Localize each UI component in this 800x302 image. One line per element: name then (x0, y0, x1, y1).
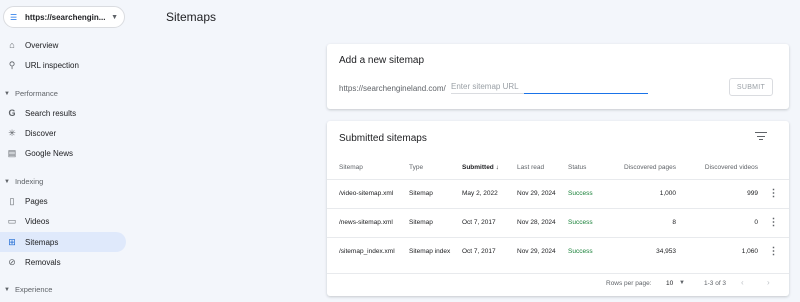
table-row[interactable]: /news-sitemap.xml Sitemap Oct 7, 2017 No… (327, 207, 789, 237)
col-last-read[interactable]: Last read (517, 157, 568, 179)
cell-sitemap: /news-sitemap.xml (327, 207, 409, 237)
chevron-right-icon[interactable]: › (767, 278, 770, 287)
cell-status: Success (568, 207, 618, 237)
property-icon: ☰ (10, 12, 18, 22)
submit-button[interactable]: SUBMIT (729, 78, 773, 96)
col-discovered-pages[interactable]: Discovered pages (618, 157, 676, 179)
col-discovered-videos[interactable]: Discovered videos (676, 157, 758, 179)
cell-type: Sitemap (409, 178, 462, 208)
add-sitemap-title: Add a new sitemap (339, 55, 425, 66)
sidebar-item-sitemaps[interactable]: ⊞ Sitemaps (0, 232, 126, 252)
cell-type: Sitemap index (409, 236, 462, 266)
cell-videos: 999 (676, 178, 758, 208)
cell-pages: 8 (618, 207, 676, 237)
sidebar-item-overview[interactable]: ⌂ Overview (0, 35, 126, 55)
chevron-down-icon[interactable]: ▼ (679, 280, 685, 286)
more-vert-icon[interactable]: ⋮ (758, 207, 789, 237)
sidebar-item-label: Videos (25, 216, 50, 226)
page-range: 1-3 of 3 (704, 280, 727, 287)
section-performance[interactable]: ▼ Performance (4, 89, 58, 98)
cell-last-read: Nov 29, 2024 (517, 236, 568, 266)
video-icon: ▭ (7, 216, 17, 226)
add-sitemap-card: Add a new sitemap https://searchenginela… (327, 44, 789, 109)
cell-videos: 0 (676, 207, 758, 237)
input-underline (524, 93, 648, 94)
chevron-left-icon[interactable]: ‹ (741, 278, 744, 287)
cell-last-read: Nov 29, 2024 (517, 178, 568, 208)
google-icon: G (8, 108, 16, 118)
col-type[interactable]: Type (409, 157, 462, 179)
sidebar-item-discover[interactable]: ✳ Discover (0, 123, 126, 143)
sidebar: ☰ https://searchengin... ▼ ⌂ Overview ⚲ … (0, 0, 132, 302)
section-label: Experience (14, 285, 53, 294)
section-indexing[interactable]: ▼ Indexing (4, 177, 43, 186)
cell-status: Success (568, 178, 618, 208)
cell-type: Sitemap (409, 207, 462, 237)
submitted-sitemaps-title: Submitted sitemaps (339, 133, 427, 144)
home-icon: ⌂ (9, 40, 15, 50)
table-row[interactable]: /video-sitemap.xml Sitemap May 2, 2022 N… (327, 178, 789, 208)
section-label: Indexing (14, 177, 44, 186)
rows-per-page-label: Rows per page: (606, 280, 652, 287)
sidebar-item-videos[interactable]: ▭ Videos (0, 211, 126, 231)
sidebar-item-label: Overview (25, 40, 59, 50)
sitemaps-table: Sitemap Type Submitted ↓ Last read Statu… (327, 157, 789, 266)
removal-icon: ⊘ (8, 257, 16, 267)
property-label: https://searchengin... (25, 12, 106, 22)
sitemap-url-input[interactable] (451, 80, 647, 94)
col-status[interactable]: Status (568, 157, 618, 179)
cell-videos: 1,060 (676, 236, 758, 266)
search-icon: ⚲ (8, 60, 16, 70)
sitemap-icon: ⊞ (8, 237, 16, 247)
sidebar-item-label: Google News (25, 148, 74, 158)
rows-per-page-select[interactable]: 10 (666, 280, 673, 287)
more-vert-icon[interactable]: ⋮ (758, 178, 789, 208)
sidebar-item-label: Sitemaps (25, 237, 59, 247)
sidebar-item-label: Search results (25, 108, 77, 118)
chevron-down-icon: ▼ (4, 178, 10, 185)
more-vert-icon[interactable]: ⋮ (758, 236, 789, 266)
arrow-down-icon: ↓ (495, 164, 499, 172)
chevron-down-icon: ▼ (111, 13, 118, 21)
cell-pages: 34,953 (618, 236, 676, 266)
sidebar-item-search-results[interactable]: G Search results (0, 103, 126, 123)
cell-submitted: Oct 7, 2017 (462, 236, 517, 266)
cell-last-read: Nov 28, 2024 (517, 207, 568, 237)
page-title: Sitemaps (166, 10, 217, 24)
sidebar-item-label: URL inspection (25, 60, 79, 70)
sidebar-item-google-news[interactable]: ▤ Google News (0, 143, 126, 163)
sidebar-item-label: Pages (25, 196, 48, 206)
table-row[interactable]: /sitemap_index.xml Sitemap index Oct 7, … (327, 236, 789, 266)
cell-status: Success (568, 236, 618, 266)
section-experience[interactable]: ▼ Experience (4, 285, 52, 294)
col-submitted[interactable]: Submitted ↓ (462, 157, 517, 179)
cell-sitemap: /video-sitemap.xml (327, 178, 409, 208)
sidebar-item-label: Removals (25, 257, 61, 267)
col-sitemap[interactable]: Sitemap (327, 157, 409, 179)
cell-submitted: May 2, 2022 (462, 178, 517, 208)
property-selector[interactable]: ☰ https://searchengin... ▼ (3, 6, 125, 28)
sidebar-item-pages[interactable]: ▯ Pages (0, 191, 126, 211)
section-label: Performance (14, 89, 58, 98)
sidebar-item-removals[interactable]: ⊘ Removals (0, 252, 126, 272)
pages-icon: ▯ (9, 196, 15, 206)
asterisk-icon: ✳ (8, 128, 16, 138)
cell-sitemap: /sitemap_index.xml (327, 236, 409, 266)
url-prefix: https://searchengineland.com/ (339, 84, 446, 93)
cell-pages: 1,000 (618, 178, 676, 208)
col-submitted-label: Submitted (462, 164, 494, 172)
filter-icon[interactable] (755, 132, 767, 142)
table-header: Sitemap Type Submitted ↓ Last read Statu… (327, 157, 789, 179)
news-icon: ▤ (7, 148, 17, 158)
table-pager: Rows per page: 10 ▼ 1-3 of 3 ‹ › (327, 273, 789, 291)
submitted-sitemaps-card: Submitted sitemaps Sitemap Type Submitte… (327, 121, 789, 296)
chevron-down-icon: ▼ (4, 286, 10, 293)
chevron-down-icon: ▼ (4, 90, 10, 97)
sidebar-item-label: Discover (25, 128, 57, 138)
sidebar-item-url-inspection[interactable]: ⚲ URL inspection (0, 55, 126, 75)
cell-submitted: Oct 7, 2017 (462, 207, 517, 237)
